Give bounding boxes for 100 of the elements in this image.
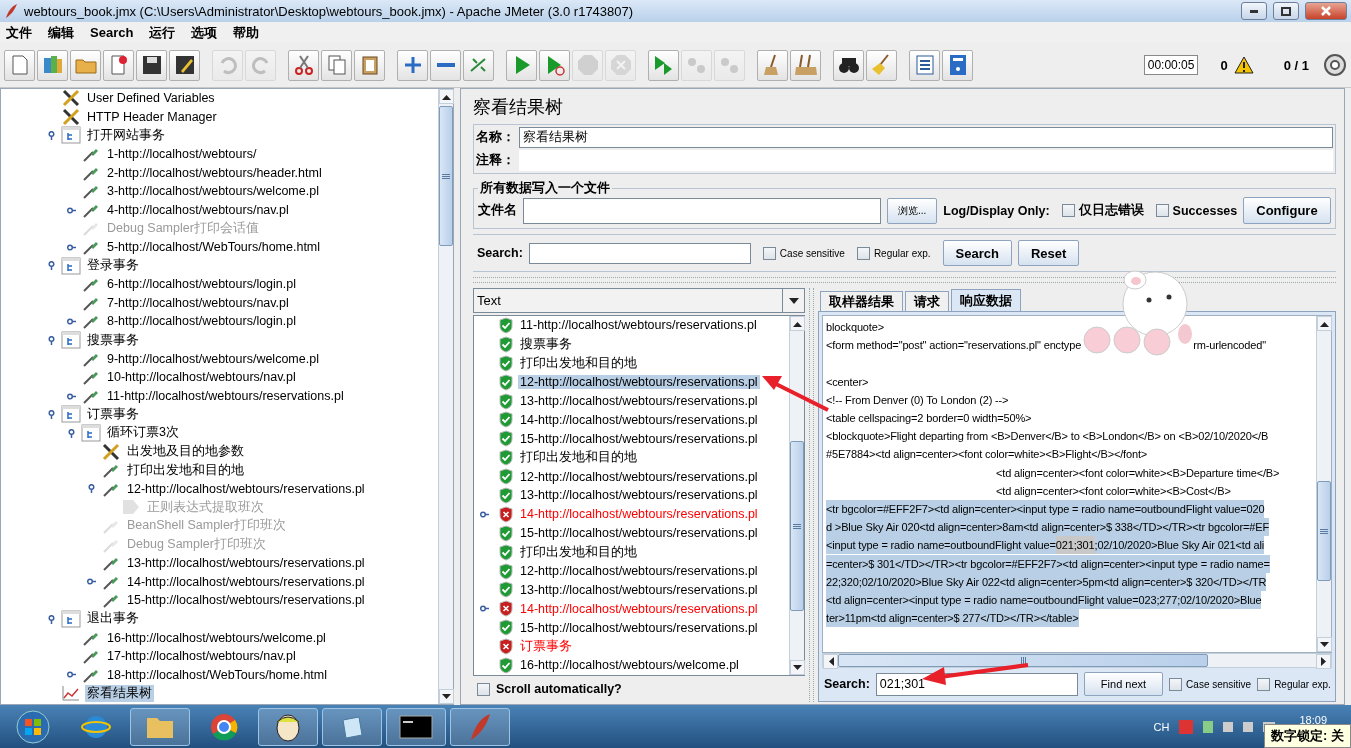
toggle-button[interactable] — [463, 49, 494, 81]
tree-item[interactable]: 14-http://localhost/webtours/reservations.pl — [125, 574, 367, 589]
search-field[interactable] — [528, 242, 751, 264]
result-item[interactable]: 13-http://localhost/webtours/reservations.pl — [518, 582, 760, 597]
folder-taskbar-icon[interactable] — [130, 707, 190, 746]
result-item[interactable]: 11-http://localhost/webtours/reservations.pl — [518, 318, 759, 333]
collapsed-handle-icon[interactable] — [67, 242, 76, 252]
checkbox[interactable] — [1155, 204, 1169, 217]
expanded-handle-icon[interactable] — [47, 261, 56, 271]
collapsed-handle-icon[interactable] — [87, 577, 96, 587]
tree-item[interactable]: 登录事务 — [85, 257, 141, 275]
tree-item[interactable]: 搜票事务 — [85, 331, 141, 349]
search-button[interactable] — [833, 49, 864, 81]
result-item[interactable]: 15-http://localhost/webtours/reservations.pl — [518, 526, 760, 541]
collapsed-handle-icon[interactable] — [67, 205, 76, 215]
find-next-button[interactable]: Find next — [1083, 672, 1164, 696]
result-item[interactable]: 15-http://localhost/webtours/reservations.pl — [518, 431, 760, 446]
save-as-button[interactable] — [169, 49, 200, 81]
result-item[interactable]: 14-http://localhost/webtours/reservations.pl — [518, 507, 760, 522]
result-item[interactable]: 14-http://localhost/webtours/reservations.pl — [518, 412, 760, 427]
help-button[interactable] — [942, 49, 973, 81]
tree-item[interactable]: 11-http://localhost/webtours/reservations.pl — [105, 388, 346, 403]
menu-item[interactable]: 运行 — [149, 23, 176, 42]
templates-button[interactable] — [37, 49, 68, 81]
result-item[interactable]: 打印出发地和目的地 — [518, 543, 639, 561]
tree-item[interactable]: 打印出发地和目的地 — [125, 461, 246, 479]
clear-all-button[interactable] — [790, 49, 821, 81]
result-item[interactable]: 12-http://localhost/webtours/reservations.pl — [518, 469, 760, 484]
collapsed-handle-icon[interactable] — [67, 391, 76, 401]
expanded-handle-icon[interactable] — [47, 614, 56, 624]
result-item[interactable]: 12-http://localhost/webtours/reservations.pl — [518, 564, 760, 578]
result-item[interactable]: 搜票事务 — [518, 335, 574, 353]
checkbox[interactable] — [1061, 204, 1075, 217]
tree-item[interactable]: 18-http://localhost/WebTours/home.html — [105, 667, 329, 682]
checkbox[interactable] — [856, 246, 870, 260]
save-button[interactable] — [136, 49, 167, 81]
tree-item[interactable]: 7-http://localhost/webtours/nav.pl — [105, 295, 291, 310]
collapsed-handle-icon[interactable] — [480, 509, 489, 519]
collapsed-handle-icon[interactable] — [67, 670, 76, 680]
tree-item[interactable]: 9-http://localhost/webtours/welcome.pl — [105, 351, 321, 366]
result-item[interactable]: 12-http://localhost/webtours/reservations.pl — [518, 375, 760, 390]
result-item[interactable]: 13-http://localhost/webtours/reservations.pl — [518, 488, 760, 503]
menu-item[interactable]: 文件 — [6, 23, 32, 42]
menu-item[interactable]: 编辑 — [48, 23, 74, 42]
terminal-taskbar-icon[interactable] — [386, 707, 446, 746]
clear-button[interactable] — [757, 49, 788, 81]
function-helper-button[interactable] — [909, 49, 940, 81]
tab[interactable]: 取样器结果 — [820, 291, 903, 311]
result-item[interactable]: 打印出发地和目的地 — [518, 449, 639, 467]
tree-item[interactable]: 16-http://localhost/webtours/welcome.pl — [105, 630, 328, 645]
browse-button[interactable]: 浏览... — [887, 197, 938, 224]
result-item[interactable]: 订票事务 — [518, 638, 574, 656]
clock[interactable]: 18:09 — [1299, 713, 1327, 726]
tree-item[interactable]: 3-http://localhost/webtours/welcome.pl — [105, 184, 321, 199]
expanded-handle-icon[interactable] — [47, 410, 56, 420]
tree-item[interactable]: 察看结果树 — [85, 684, 154, 702]
find-field[interactable]: 021;301 — [875, 672, 1078, 696]
open-button[interactable] — [70, 49, 101, 81]
new-file-button[interactable] — [4, 49, 35, 81]
tree-item[interactable]: 10-http://localhost/webtours/nav.pl — [105, 370, 298, 385]
expanded-handle-icon[interactable] — [67, 428, 76, 438]
search-button[interactable]: Reset — [1017, 240, 1080, 266]
tree-item[interactable]: 4-http://localhost/webtours/nav.pl — [105, 202, 291, 217]
close-file-button[interactable] — [103, 49, 134, 81]
copy-button[interactable] — [321, 49, 352, 81]
tree-item[interactable]: 2-http://localhost/webtours/header.html — [105, 165, 324, 180]
tree-item[interactable]: 打开网站事务 — [85, 127, 167, 144]
tree-item[interactable]: 12-http://localhost/webtours/reservations.pl — [125, 481, 367, 496]
tree-item[interactable]: 8-http://localhost/webtours/login.pl — [105, 314, 298, 329]
expanded-handle-icon[interactable] — [47, 131, 56, 141]
configure-button[interactable]: Configure — [1243, 197, 1331, 224]
language-indicator[interactable]: CH — [1153, 720, 1170, 733]
tree-item[interactable]: User Defined Variables — [85, 91, 217, 106]
remote-start-all-button[interactable] — [648, 49, 679, 81]
tree-item[interactable]: 1-http://localhost/webtours/ — [105, 147, 259, 162]
start-button[interactable] — [506, 49, 537, 81]
tree-item[interactable]: 循环订票3次 — [105, 424, 181, 442]
horizontal-scrollbar[interactable] — [822, 653, 1332, 668]
collapsed-handle-icon[interactable] — [67, 317, 76, 327]
checkbox[interactable] — [1169, 677, 1183, 691]
tab[interactable]: 响应数据 — [951, 289, 1021, 311]
expand-all-button[interactable] — [397, 49, 428, 81]
tree-item[interactable]: 13-http://localhost/webtours/reservations.pl — [125, 556, 367, 571]
tree-item[interactable]: HTTP Header Manager — [85, 109, 219, 124]
collapsed-handle-icon[interactable] — [480, 604, 489, 614]
checkbox[interactable] — [762, 246, 776, 260]
renderer-dropdown[interactable]: Text — [473, 288, 805, 313]
checkbox[interactable] — [1257, 677, 1271, 691]
filename-field[interactable] — [523, 197, 881, 224]
result-item[interactable]: 14-http://localhost/webtours/reservations.pl — [518, 601, 760, 616]
results-scrollbar[interactable] — [789, 316, 804, 675]
name-field[interactable]: 察看结果树 — [519, 127, 1333, 148]
response-scrollbar[interactable] — [1316, 316, 1331, 652]
paste-button[interactable] — [354, 49, 385, 81]
minimize-button[interactable] — [1241, 2, 1267, 20]
cut-button[interactable] — [288, 49, 319, 81]
result-item[interactable]: 15-http://localhost/webtours/reservations.pl — [518, 620, 760, 635]
checkbox[interactable] — [477, 682, 490, 696]
close-button[interactable] — [1305, 2, 1347, 20]
result-item[interactable]: 16-http://localhost/webtours/welcome.pl — [518, 658, 741, 673]
